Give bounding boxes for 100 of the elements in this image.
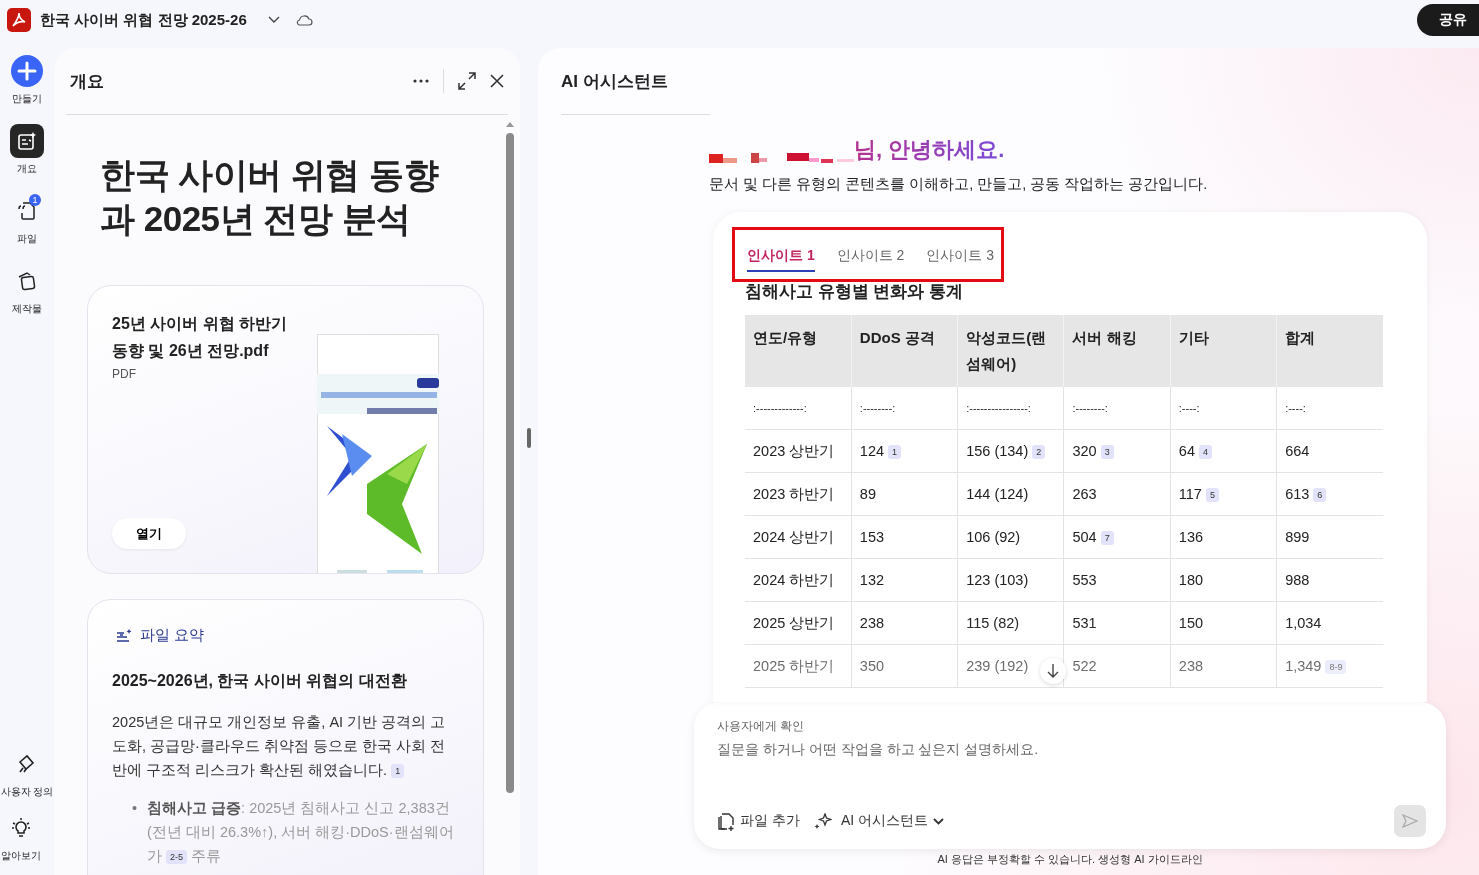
open-button[interactable]: 열기 [112,518,186,549]
citation-badge[interactable]: 6 [1313,488,1327,503]
insight-tab[interactable]: 인사이트 1 [747,245,815,272]
assistant-mode-button[interactable]: AI 어시스턴트 [813,812,944,830]
insight-tab[interactable]: 인사이트 2 [836,245,905,272]
resize-handle[interactable] [527,427,531,448]
table-cell: 263 [1064,472,1171,516]
table-cell: 1,034 [1276,601,1383,645]
table-cell: 899 [1276,515,1383,559]
column-header: 기타 [1170,315,1277,387]
table-cell: 2023 하반기 [745,472,852,516]
scroll-down-button[interactable] [1040,658,1066,684]
file-card[interactable]: 25년 사이버 위협 하반기 동향 및 26년 전망.pdf PDF 열기 [87,285,484,574]
summary-bullet: 침해사고 급증: 2025년 침해사고 신고 2,383건 (전년 대비 26.3%↑), 서버 해킹·DDoS·랜섬웨어가 2-5 주류 [147,799,455,867]
document-sparkle-icon [17,131,37,151]
citation-badge[interactable]: 8-9 [1325,660,1347,675]
table-cell: 115 (82) [957,601,1064,645]
table-cell: :--------: [1064,387,1171,430]
table-cell: 123 (103) [957,558,1064,602]
file-plus-icon [717,811,735,831]
expand-icon[interactable] [458,72,476,90]
table-cell: :----: [1170,387,1277,430]
cloud-icon[interactable] [294,14,313,26]
summary-paragraph: 2025년은 대규모 개인정보 유출, AI 기반 공격의 고도화, 공급망·클라우드 취약점 등으로 한국 사회 전반에 구조적 리스크가 확산된 해였습니다. 1 [112,713,447,781]
table-cell: :--------: [851,387,958,430]
table-cell: 988 [1276,558,1383,602]
table-cell: 238 [851,601,958,645]
close-icon[interactable] [490,74,504,88]
section-title: 침해사고 유형별 변화와 통계 [745,281,965,303]
prompt-field[interactable]: 질문을 하거나 어떤 작업을 하고 싶은지 설명하세요. [717,741,1426,781]
table-cell: 180 [1170,558,1277,602]
table-cell: 2024 상반기 [745,515,852,559]
table-cell: 106 (92) [957,515,1064,559]
table-cell: 132 [851,558,958,602]
rail-item[interactable]: 제작물 [10,264,44,316]
rail-item[interactable]: 파일 1 [10,194,44,246]
add-file-button[interactable]: 파일 추가 [717,811,800,831]
citation-badge[interactable]: 3 [1100,445,1114,460]
table-cell: :----: [1276,387,1383,430]
citation-badge[interactable]: 1 [391,764,405,779]
plus-icon [11,55,43,87]
arrow-down-icon [1047,663,1059,679]
citation-badge[interactable]: 4 [1198,445,1212,460]
table-cell: 153 [851,515,958,559]
composer-label: 사용자에게 확인 [717,718,806,735]
table-cell: 504 7 [1064,515,1171,559]
app-logo-icon [7,8,31,32]
lightbulb-icon [9,817,32,839]
file-quote-icon [17,201,37,221]
table-cell: 350 [851,644,958,688]
column-header: 합계 [1276,315,1383,387]
citation-badge[interactable]: 2-5 [166,850,188,865]
chat-composer[interactable]: 사용자에게 확인 질문을 하거나 어떤 작업을 하고 싶은지 설명하세요. 파일 추가 AI 어시스턴트 [694,702,1446,849]
citation-badge[interactable]: 2 [1032,445,1046,460]
table-cell: 144 (124) [957,472,1064,516]
table-cell: 136 [1170,515,1277,559]
citation-badge[interactable]: 1 [888,445,902,460]
table-cell: 1,349 8-9 [1276,644,1383,688]
chevron-down-icon [933,817,944,825]
panel-title: 개요 [70,70,105,93]
share-button[interactable]: 공유 [1417,4,1479,36]
table-cell: 2024 하반기 [745,558,852,602]
summary-label: 파일 요약 [140,626,205,645]
panel-title: AI 어시스턴트 [561,70,668,93]
scroll-up-arrow-icon[interactable] [506,121,514,127]
more-icon[interactable] [413,79,429,83]
document-heading: 한국 사이버 위협 동향과 2025년 전망 분석 [100,154,440,240]
sparkle-icon [813,813,832,829]
table-cell: 664 [1276,429,1383,473]
table-cell: :----------------: [957,387,1064,430]
send-icon [1402,814,1418,828]
table-cell: 553 [1064,558,1171,602]
table-cell: 64 4 [1170,429,1277,473]
document-title: 한국 사이버 위협 전망 2025-26 [40,10,247,30]
citation-badge[interactable]: 5 [1205,488,1219,503]
count-badge: 1 [29,194,41,206]
table-cell: 89 [851,472,958,516]
column-header: 악성코드(랜섬웨어) [957,315,1064,387]
rail-item[interactable]: 알아보기 [0,811,41,863]
stacked-pages-icon [16,271,38,291]
disclaimer-text: AI 응답은 부정확할 수 있습니다. 생성형 AI 가이드라인 [936,852,1204,867]
table-cell: 320 3 [1064,429,1171,473]
table-cell: 238 [1170,644,1277,688]
table-cell: 2025 상반기 [745,601,852,645]
table-cell: 531 [1064,601,1171,645]
table-cell: 124 1 [851,429,958,473]
column-header: DDoS 공격 [851,315,958,387]
chevron-down-icon[interactable] [267,16,280,24]
rail-item[interactable]: 만들기 [10,54,44,106]
rail-item[interactable]: 사용자 정의 [0,747,54,799]
summary-heading: 2025~2026년, 한국 사이버 위협의 대전환 [112,671,408,691]
intro-text: 문서 및 다른 유형의 콘텐츠를 이해하고, 만들고, 공동 작업하는 공간입니다. [709,175,1209,194]
table-cell: 2023 상반기 [745,429,852,473]
table-cell: 2025 하반기 [745,644,852,688]
column-header: 서버 해킹 [1064,315,1171,387]
insight-tab[interactable]: 인사이트 3 [926,245,995,272]
file-type: PDF [112,367,137,381]
table-cell: 117 5 [1170,472,1277,516]
citation-badge[interactable]: 7 [1100,531,1114,546]
table-cell: 156 (134) 2 [957,429,1064,473]
